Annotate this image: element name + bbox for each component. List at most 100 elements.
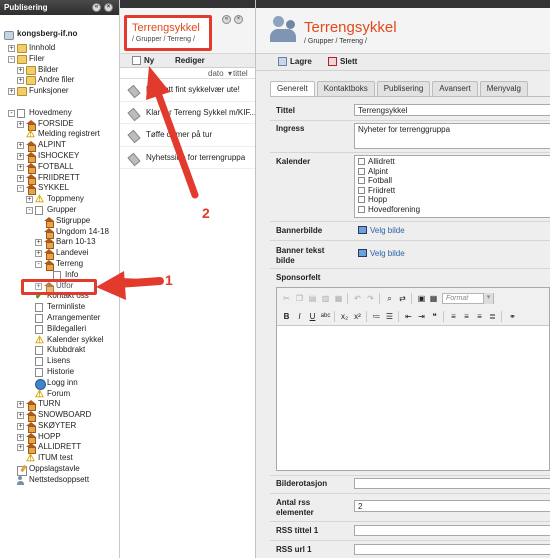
sponsorfelt-rich-editor[interactable]: ✂ ❐ ▤ ▥ ▦ ↶ ↷ ⌕ ⇄ ▣ ▦ Format B I U abc bbox=[276, 287, 550, 471]
tree-item-filer[interactable]: - Filer bbox=[0, 54, 119, 65]
tree-item-itum-test[interactable]: ⚠ ITUM test bbox=[0, 453, 119, 464]
tree-item-turn[interactable]: + TURN bbox=[0, 399, 119, 412]
italic-icon[interactable]: I bbox=[294, 311, 305, 322]
checkbox[interactable] bbox=[358, 186, 365, 194]
tree-item-terreng[interactable]: - Terreng bbox=[0, 259, 119, 271]
expand-icon[interactable]: + bbox=[8, 45, 15, 52]
indent-icon[interactable]: ⇥ bbox=[416, 311, 427, 322]
collapse-icon[interactable]: - bbox=[26, 206, 33, 214]
checkbox[interactable] bbox=[358, 167, 365, 175]
tab-menyvalg[interactable]: Menyvalg bbox=[479, 81, 528, 96]
tittel-input[interactable]: Terrengsykkel bbox=[354, 104, 550, 116]
list-item[interactable]: Fortsatt fint sykkelvær ute! bbox=[120, 79, 255, 102]
rss-url-input[interactable] bbox=[354, 544, 550, 555]
tree-item-toppmeny[interactable]: + ⚠ Toppmeny bbox=[0, 194, 119, 205]
tree-item-logg-inn[interactable]: Logg inn bbox=[0, 378, 119, 390]
velg-bilde-banner-link[interactable]: Velg bilde bbox=[358, 226, 405, 235]
edit-button[interactable]: Rediger bbox=[175, 56, 205, 65]
checkbox[interactable] bbox=[358, 196, 365, 203]
redo-icon[interactable]: ↷ bbox=[365, 293, 376, 304]
expand-icon[interactable]: + bbox=[35, 250, 42, 258]
tree-item-hopp[interactable]: + HOPP bbox=[0, 432, 119, 444]
collapse-icon[interactable]: - bbox=[17, 185, 24, 193]
expand-icon[interactable]: + bbox=[17, 401, 24, 409]
expand-icon[interactable]: + bbox=[17, 142, 24, 150]
copy-icon[interactable]: ❐ bbox=[294, 293, 305, 304]
bullet-list-icon[interactable]: ☰ bbox=[384, 311, 395, 322]
ingress-textarea[interactable]: Nyheter for terrenggruppa bbox=[354, 123, 550, 149]
expand-icon[interactable]: + bbox=[26, 196, 33, 204]
close-list-icon[interactable]: × bbox=[234, 15, 243, 24]
expand-icon[interactable]: + bbox=[17, 433, 24, 441]
checkbox[interactable] bbox=[358, 205, 365, 213]
align-justify-icon[interactable]: ≣ bbox=[487, 311, 498, 322]
kalender-listbox[interactable]: Allidrett Alpint Fotball Friidrett Hopp Hoved… bbox=[354, 155, 550, 218]
tree-item-fotball[interactable]: + FOTBALL bbox=[0, 162, 119, 174]
tree-item-nettstedsoppsett[interactable]: Nettstedsoppsett bbox=[0, 475, 119, 486]
tree-item-sykkel[interactable]: - SYKKEL bbox=[0, 183, 119, 196]
align-left-icon[interactable]: ≡ bbox=[448, 311, 459, 322]
list-item[interactable]: Nyhetsside for terrengruppa bbox=[120, 147, 255, 169]
kalender-option[interactable]: Allidrett bbox=[358, 157, 550, 167]
undo-icon[interactable]: ↶ bbox=[352, 293, 363, 304]
tab-avansert[interactable]: Avansert bbox=[432, 81, 478, 96]
expand-icon[interactable]: + bbox=[17, 152, 24, 160]
collapse-icon[interactable]: - bbox=[35, 260, 42, 268]
column-date[interactable]: dato bbox=[208, 69, 224, 78]
save-button[interactable]: Lagre bbox=[278, 57, 312, 66]
kalender-option[interactable]: Hovedforening bbox=[358, 205, 550, 215]
strike-icon[interactable]: abc bbox=[320, 311, 331, 322]
tree-item-melding-registrert[interactable]: ⚠ Melding registrert bbox=[0, 129, 119, 140]
find-icon[interactable]: ⌕ bbox=[384, 293, 395, 304]
replace-icon[interactable]: ⇄ bbox=[397, 293, 408, 304]
tab-generelt[interactable]: Generelt bbox=[270, 81, 315, 96]
tree-item-historie[interactable]: Historie bbox=[0, 367, 119, 378]
tree-item-andre-filer[interactable]: + Andre filer bbox=[0, 75, 119, 86]
checkbox[interactable] bbox=[358, 177, 365, 184]
tree-item-hovedmeny[interactable]: - Hovedmeny bbox=[0, 108, 119, 119]
tree-item-grupper[interactable]: - Grupper bbox=[0, 205, 119, 216]
align-center-icon[interactable]: ≡ bbox=[461, 311, 472, 322]
outdent-icon[interactable]: ⇤ bbox=[403, 311, 414, 322]
tree-item-arrangementer[interactable]: Arrangementer bbox=[0, 313, 119, 324]
tree-item-allidrett[interactable]: + ALLIDRETT bbox=[0, 442, 119, 455]
tree-item-barn-10-13[interactable]: + Barn 10-13 bbox=[0, 237, 119, 250]
new-button[interactable]: Ny bbox=[132, 56, 154, 65]
blockquote-icon[interactable]: ❝ bbox=[429, 311, 440, 322]
tree-item-friidrett[interactable]: + FRIIDRETT bbox=[0, 173, 119, 185]
tree-item-bildegalleri[interactable]: Bildegalleri bbox=[0, 324, 119, 335]
underline-icon[interactable]: U bbox=[307, 311, 318, 322]
expand-icon[interactable]: + bbox=[17, 174, 24, 182]
subscript-icon[interactable]: x₂ bbox=[339, 311, 350, 322]
superscript-icon[interactable]: x² bbox=[352, 311, 363, 322]
column-sort-icon[interactable]: ▾ bbox=[228, 69, 232, 78]
delete-button[interactable]: Slett bbox=[328, 57, 357, 66]
velg-bilde-bannertekst-link[interactable]: Velg bilde bbox=[358, 249, 405, 258]
tree-item-kalender-sykkel[interactable]: ⚠ Kalender sykkel bbox=[0, 335, 119, 346]
tree-item-forside[interactable]: + FORSIDE bbox=[0, 119, 119, 131]
bold-icon[interactable]: B bbox=[281, 311, 292, 322]
paste-text-icon[interactable]: ▥ bbox=[320, 293, 331, 304]
cut-icon[interactable]: ✂ bbox=[281, 293, 292, 304]
collapse-icon[interactable]: - bbox=[8, 109, 15, 117]
expand-icon[interactable]: + bbox=[35, 239, 42, 247]
expand-icon[interactable]: + bbox=[17, 444, 24, 452]
close-panel-icon[interactable]: × bbox=[104, 3, 113, 12]
align-right-icon[interactable]: ≡ bbox=[474, 311, 485, 322]
tree-item-lisens[interactable]: Lisens bbox=[0, 356, 119, 367]
kalender-option[interactable]: Alpint bbox=[358, 167, 550, 177]
tree-item-skøyter[interactable]: + SKØYTER bbox=[0, 421, 119, 433]
expand-icon[interactable]: + bbox=[8, 88, 15, 96]
tree-item-alpint[interactable]: + ALPINT bbox=[0, 140, 119, 153]
kalender-option[interactable]: Fotball bbox=[358, 176, 550, 186]
numbered-list-icon[interactable]: ≔ bbox=[371, 311, 382, 322]
tree-item-landevei[interactable]: + Landevei bbox=[0, 248, 119, 261]
expand-icon[interactable]: + bbox=[17, 77, 24, 85]
expand-icon[interactable]: + bbox=[17, 163, 24, 171]
tree-item-innhold[interactable]: + Innhold bbox=[0, 43, 119, 54]
kalender-option[interactable]: Hopp bbox=[358, 195, 550, 205]
kalender-option[interactable]: Friidrett bbox=[358, 186, 550, 196]
list-item[interactable]: Tøffe damer på tur bbox=[120, 124, 255, 147]
tree-item-snowboard[interactable]: + SNOWBOARD bbox=[0, 410, 119, 423]
tab-kontaktboks[interactable]: Kontaktboks bbox=[316, 81, 375, 96]
